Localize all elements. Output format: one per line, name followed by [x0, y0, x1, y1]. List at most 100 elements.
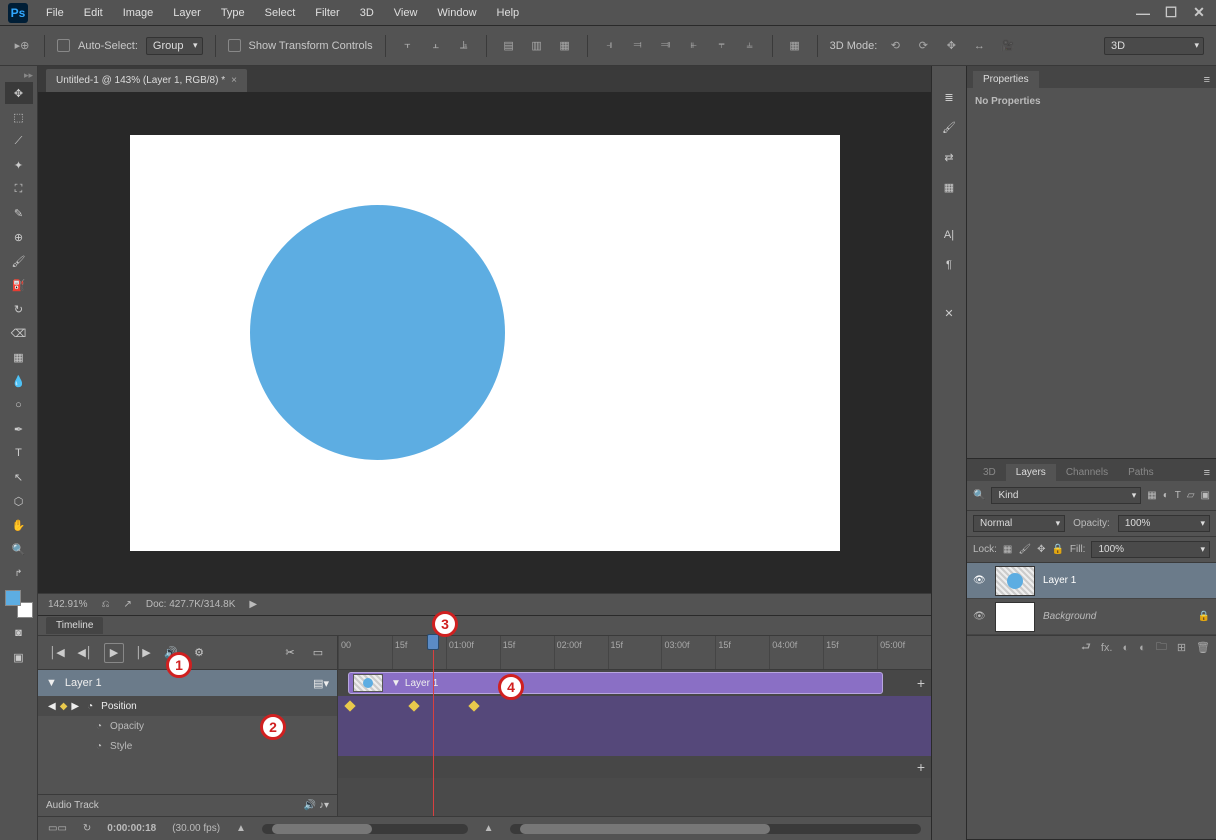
- path-tool[interactable]: ↖: [5, 466, 33, 488]
- canvas-area[interactable]: [38, 92, 931, 593]
- render-icon[interactable]: ▭▭: [48, 823, 67, 834]
- menu-help[interactable]: Help: [487, 3, 530, 23]
- add-keyframe-icon[interactable]: ◆: [60, 701, 68, 712]
- triangle-down-icon[interactable]: ▼: [46, 677, 57, 689]
- zoom-out-icon[interactable]: ▲: [236, 823, 246, 834]
- brush-panel-icon[interactable]: 🖌: [938, 116, 960, 138]
- track-options-icon[interactable]: ▤▾: [313, 677, 329, 690]
- close-button[interactable]: ✕: [1190, 6, 1208, 20]
- show-transform-checkbox[interactable]: [228, 39, 241, 52]
- stopwatch-icon[interactable]: [96, 721, 102, 732]
- menu-filter[interactable]: Filter: [305, 3, 349, 23]
- zoom-level[interactable]: 142.91%: [48, 599, 87, 610]
- roll-icon[interactable]: ⟳: [913, 36, 933, 56]
- position-keyframe-track[interactable]: [338, 696, 931, 716]
- stopwatch-icon[interactable]: [87, 701, 93, 712]
- close-tab-icon[interactable]: ×: [231, 75, 237, 86]
- menu-image[interactable]: Image: [113, 3, 164, 23]
- toolbox-collapse[interactable]: ▸▸: [0, 70, 37, 82]
- next-keyframe-icon[interactable]: ▶: [71, 701, 79, 712]
- swap-colors-icon[interactable]: ↱: [5, 562, 33, 584]
- healing-tool[interactable]: ⊕: [5, 226, 33, 248]
- menu-type[interactable]: Type: [211, 3, 255, 23]
- stamp-tool[interactable]: ⛽: [5, 274, 33, 296]
- quickmask-tool[interactable]: ◙: [5, 622, 33, 644]
- tools-panel-icon[interactable]: ✕: [938, 302, 960, 324]
- fill-field[interactable]: 100%: [1091, 541, 1210, 558]
- type-tool[interactable]: T: [5, 442, 33, 464]
- share-icon[interactable]: ↗: [123, 599, 131, 610]
- history-panel-icon[interactable]: ≣: [938, 86, 960, 108]
- layer-thumbnail[interactable]: [995, 602, 1035, 632]
- brush-tool[interactable]: 🖌: [5, 250, 33, 272]
- audio-track-row[interactable]: Audio Track 🔊 ♪▾: [38, 794, 337, 816]
- timeline-zoom-slider[interactable]: [262, 824, 468, 834]
- pan-icon[interactable]: ✥: [941, 36, 961, 56]
- layer-row-layer1[interactable]: 👁 Layer 1: [967, 563, 1216, 599]
- history-brush-tool[interactable]: ↻: [5, 298, 33, 320]
- transition-button[interactable]: ▭: [309, 644, 327, 662]
- minimize-button[interactable]: —: [1134, 6, 1152, 20]
- stopwatch-icon[interactable]: [96, 741, 102, 752]
- lock-paint-icon[interactable]: 🖌: [1018, 544, 1031, 555]
- playhead-handle[interactable]: [427, 634, 439, 650]
- marquee-tool[interactable]: ⬚: [5, 106, 33, 128]
- screen-mode-tool[interactable]: ▣: [5, 646, 33, 668]
- group-icon[interactable]: 🗀: [1156, 638, 1167, 657]
- character-panel-icon[interactable]: A|: [938, 224, 960, 246]
- playhead[interactable]: [433, 636, 434, 816]
- split-clip-button[interactable]: ✂: [281, 644, 299, 662]
- move-tool[interactable]: ✥: [5, 82, 33, 104]
- distribute-icon[interactable]: ⫣: [600, 36, 620, 56]
- menu-3d[interactable]: 3D: [350, 3, 384, 23]
- layer-row-background[interactable]: 👁 Background 🔒: [967, 599, 1216, 635]
- timeline-property-style[interactable]: Style: [38, 736, 337, 756]
- align-icon[interactable]: ⫡: [454, 36, 474, 56]
- loop-icon[interactable]: ↻: [83, 823, 91, 834]
- dodge-tool[interactable]: ○: [5, 394, 33, 416]
- align-icon[interactable]: ▤: [499, 36, 519, 56]
- note-icon[interactable]: ♪: [319, 800, 324, 811]
- keyframe-icon[interactable]: [408, 700, 419, 711]
- layer-filter-dropdown[interactable]: Kind: [991, 487, 1141, 504]
- visibility-icon[interactable]: 👁: [973, 611, 987, 622]
- triangle-down-icon[interactable]: ▼: [391, 678, 401, 689]
- align-icon[interactable]: ▦: [555, 36, 575, 56]
- zoom-tool[interactable]: 🔍: [5, 538, 33, 560]
- eraser-tool[interactable]: ⌫: [5, 322, 33, 344]
- layer-name[interactable]: Background: [1043, 611, 1096, 622]
- filter-smart-icon[interactable]: ▣: [1201, 490, 1210, 501]
- opacity-keyframe-track[interactable]: [338, 716, 931, 736]
- filter-image-icon[interactable]: ▦: [1147, 490, 1156, 501]
- blur-tool[interactable]: 💧: [5, 370, 33, 392]
- blend-mode-dropdown[interactable]: Normal: [973, 515, 1065, 532]
- mask-icon[interactable]: ◐: [1123, 642, 1130, 654]
- hand-tool[interactable]: ✋: [5, 514, 33, 536]
- menu-file[interactable]: File: [36, 3, 74, 23]
- zoom-in-icon[interactable]: ▲: [484, 823, 494, 834]
- add-track-button[interactable]: +: [917, 675, 925, 691]
- status-menu-icon[interactable]: ▶: [249, 599, 257, 610]
- menu-edit[interactable]: Edit: [74, 3, 113, 23]
- pen-tool[interactable]: ✒: [5, 418, 33, 440]
- distribute-icon[interactable]: ⫥: [656, 36, 676, 56]
- fx-icon[interactable]: fx.: [1101, 642, 1113, 654]
- distribute-icon[interactable]: ⫨: [740, 36, 760, 56]
- add-audio-button[interactable]: +: [917, 759, 925, 775]
- auto-align-icon[interactable]: ▦: [785, 36, 805, 56]
- shape-tool[interactable]: ⬡: [5, 490, 33, 512]
- align-icon[interactable]: ⫟: [398, 36, 418, 56]
- crop-tool[interactable]: ⛶: [5, 178, 33, 200]
- maximize-button[interactable]: ☐: [1162, 6, 1180, 20]
- speaker-icon[interactable]: 🔊: [304, 800, 316, 811]
- link-layers-icon[interactable]: ⮐: [1081, 638, 1091, 657]
- prev-frame-button[interactable]: ◀│: [76, 644, 94, 662]
- filter-type-icon[interactable]: T: [1175, 490, 1181, 501]
- styles-panel-icon[interactable]: ▦: [938, 176, 960, 198]
- paragraph-panel-icon[interactable]: ¶: [938, 254, 960, 276]
- first-frame-button[interactable]: │◀: [48, 644, 66, 662]
- lock-pixels-icon[interactable]: ▦: [1003, 544, 1012, 555]
- foreground-background-colors[interactable]: [5, 590, 33, 618]
- distribute-icon[interactable]: ⫤: [628, 36, 648, 56]
- properties-tab[interactable]: Properties: [973, 71, 1039, 88]
